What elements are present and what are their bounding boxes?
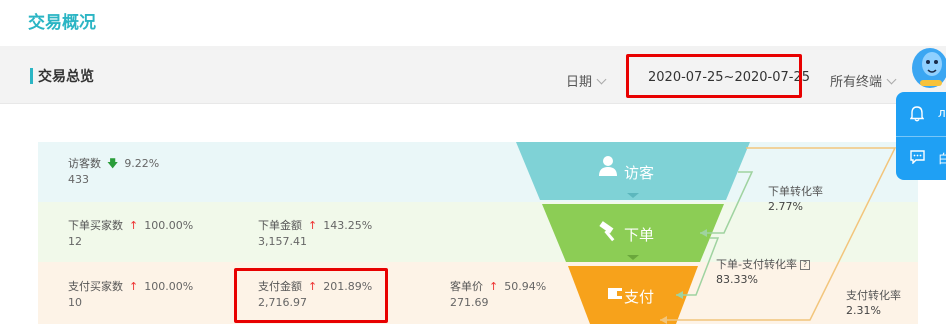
pay-amount-highlight-box xyxy=(234,268,388,323)
metric-value: 433 xyxy=(68,173,89,186)
chat-icon xyxy=(910,150,925,164)
date-dropdown[interactable]: 日期 xyxy=(566,71,607,90)
help-icon[interactable]: ? xyxy=(799,260,810,270)
notification-label: л xyxy=(938,106,946,120)
metric-label: 访客数 xyxy=(68,157,101,170)
metric-visitors: 访客数 🡇 9.22% 433 xyxy=(68,156,159,188)
section-header: 交易总览 日期 2020-07-25~2020-07-25 所有终端 xyxy=(0,50,946,104)
arrow-up-icon: ↑ xyxy=(308,219,318,232)
section-title: 交易总览 xyxy=(38,69,94,85)
chevron-down-icon xyxy=(596,74,607,85)
chat-button[interactable]: 白 xyxy=(896,136,946,180)
metric-pay-buyers: 支付买家数 ↑ 100.00% 10 xyxy=(68,279,193,311)
chevron-down-icon xyxy=(886,74,897,85)
conversion-value: 2.31% xyxy=(846,304,881,317)
funnel-label-payments: 支付 xyxy=(624,288,654,306)
conversion-label: 下单转化率 xyxy=(768,185,823,198)
terminal-dropdown[interactable]: 所有终端 xyxy=(830,71,897,90)
conversion-value: 83.33% xyxy=(716,273,758,286)
arrow-down-icon: 🡇 xyxy=(107,157,119,170)
wallet-icon xyxy=(608,288,622,299)
pay-conversion-rate: 支付转化率 2.31% xyxy=(846,288,901,318)
bell-icon xyxy=(910,106,924,122)
metric-change: 9.22% xyxy=(124,157,160,170)
chat-label: 白 xyxy=(938,152,946,166)
mascot-icon[interactable] xyxy=(906,40,946,92)
arrow-up-icon: ↑ xyxy=(129,280,139,293)
conversion-label: 下单-支付转化率 xyxy=(716,258,797,271)
terminal-dropdown-label: 所有终端 xyxy=(830,75,883,90)
metric-order-buyers: 下单买家数 ↑ 100.00% 12 xyxy=(68,218,193,250)
page-title: 交易概况 xyxy=(28,13,96,33)
section-accent-bar xyxy=(30,68,33,84)
conversion-value: 2.77% xyxy=(768,200,803,213)
order-pay-conversion-rate: 下单-支付转化率? 83.33% xyxy=(716,257,810,287)
metric-label: 下单买家数 xyxy=(68,219,123,232)
arrow-up-icon: ↑ xyxy=(489,280,499,293)
metric-change: 100.00% xyxy=(144,280,194,293)
date-dropdown-label: 日期 xyxy=(566,75,593,90)
metric-label: 客单价 xyxy=(450,280,483,293)
conversion-label: 支付转化率 xyxy=(846,289,901,302)
metric-value: 12 xyxy=(68,235,82,248)
notification-button[interactable]: л xyxy=(896,92,946,136)
date-highlight-box xyxy=(626,54,802,98)
funnel-label-orders: 下单 xyxy=(624,226,654,244)
metric-label: 支付买家数 xyxy=(68,280,123,293)
funnel-label-visitors: 访客 xyxy=(624,164,654,182)
metric-label: 下单金额 xyxy=(258,219,302,232)
metric-change: 143.25% xyxy=(323,219,373,232)
floating-side-panel: л 白 xyxy=(896,92,946,180)
arrow-up-icon: ↑ xyxy=(129,219,139,232)
order-conversion-rate: 下单转化率 2.77% xyxy=(768,184,823,214)
metric-order-amount: 下单金额 ↑ 143.25% 3,157.41 xyxy=(258,218,372,250)
metric-change: 100.00% xyxy=(144,219,194,232)
metric-value: 3,157.41 xyxy=(258,235,307,248)
metric-value: 10 xyxy=(68,296,82,309)
